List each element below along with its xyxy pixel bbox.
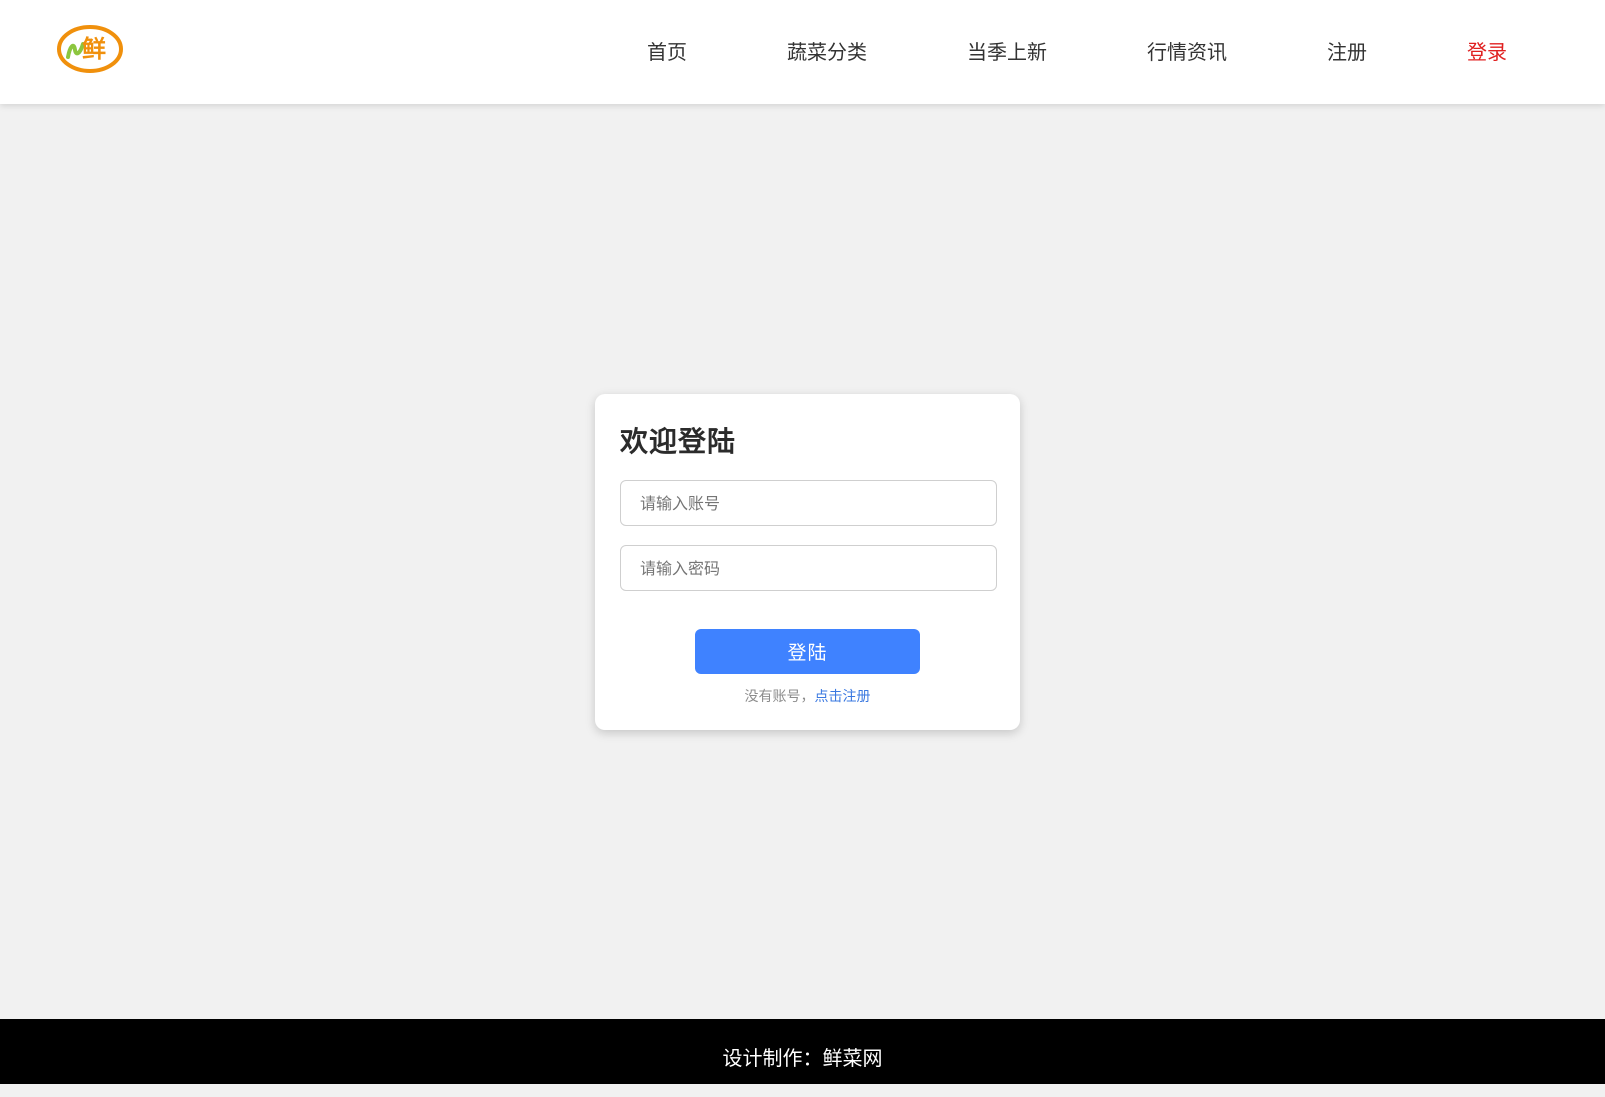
nav-market-news[interactable]: 行情资讯 bbox=[1147, 0, 1227, 104]
site-footer: 设计制作：鲜菜网 bbox=[0, 1019, 1605, 1084]
nav-login[interactable]: 登录 bbox=[1467, 0, 1507, 104]
password-input[interactable] bbox=[620, 545, 997, 591]
register-hint: 没有账号，点击注册 bbox=[595, 686, 1020, 706]
account-input[interactable] bbox=[620, 480, 997, 526]
nav-register[interactable]: 注册 bbox=[1327, 0, 1367, 104]
login-title: 欢迎登陆 bbox=[620, 425, 737, 458]
register-link[interactable]: 点击注册 bbox=[815, 689, 871, 705]
footer-credit: 设计制作：鲜菜网 bbox=[722, 1046, 883, 1070]
nav-seasonal-new[interactable]: 当季上新 bbox=[967, 0, 1047, 104]
site-header: 鲜 首页 蔬菜分类 当季上新 行情资讯 注册 登录 bbox=[0, 0, 1605, 104]
site-logo[interactable]: 鲜 bbox=[56, 24, 124, 74]
login-card: 欢迎登陆 登陆 没有账号，点击注册 bbox=[595, 394, 1020, 730]
login-button[interactable]: 登陆 bbox=[695, 629, 920, 674]
logo-text: 鲜 bbox=[82, 35, 106, 63]
no-account-text: 没有账号， bbox=[744, 689, 815, 705]
nav-vegetable-categories[interactable]: 蔬菜分类 bbox=[787, 0, 867, 104]
nav-home[interactable]: 首页 bbox=[647, 0, 687, 104]
logo-mark-icon: 鲜 bbox=[57, 25, 123, 73]
